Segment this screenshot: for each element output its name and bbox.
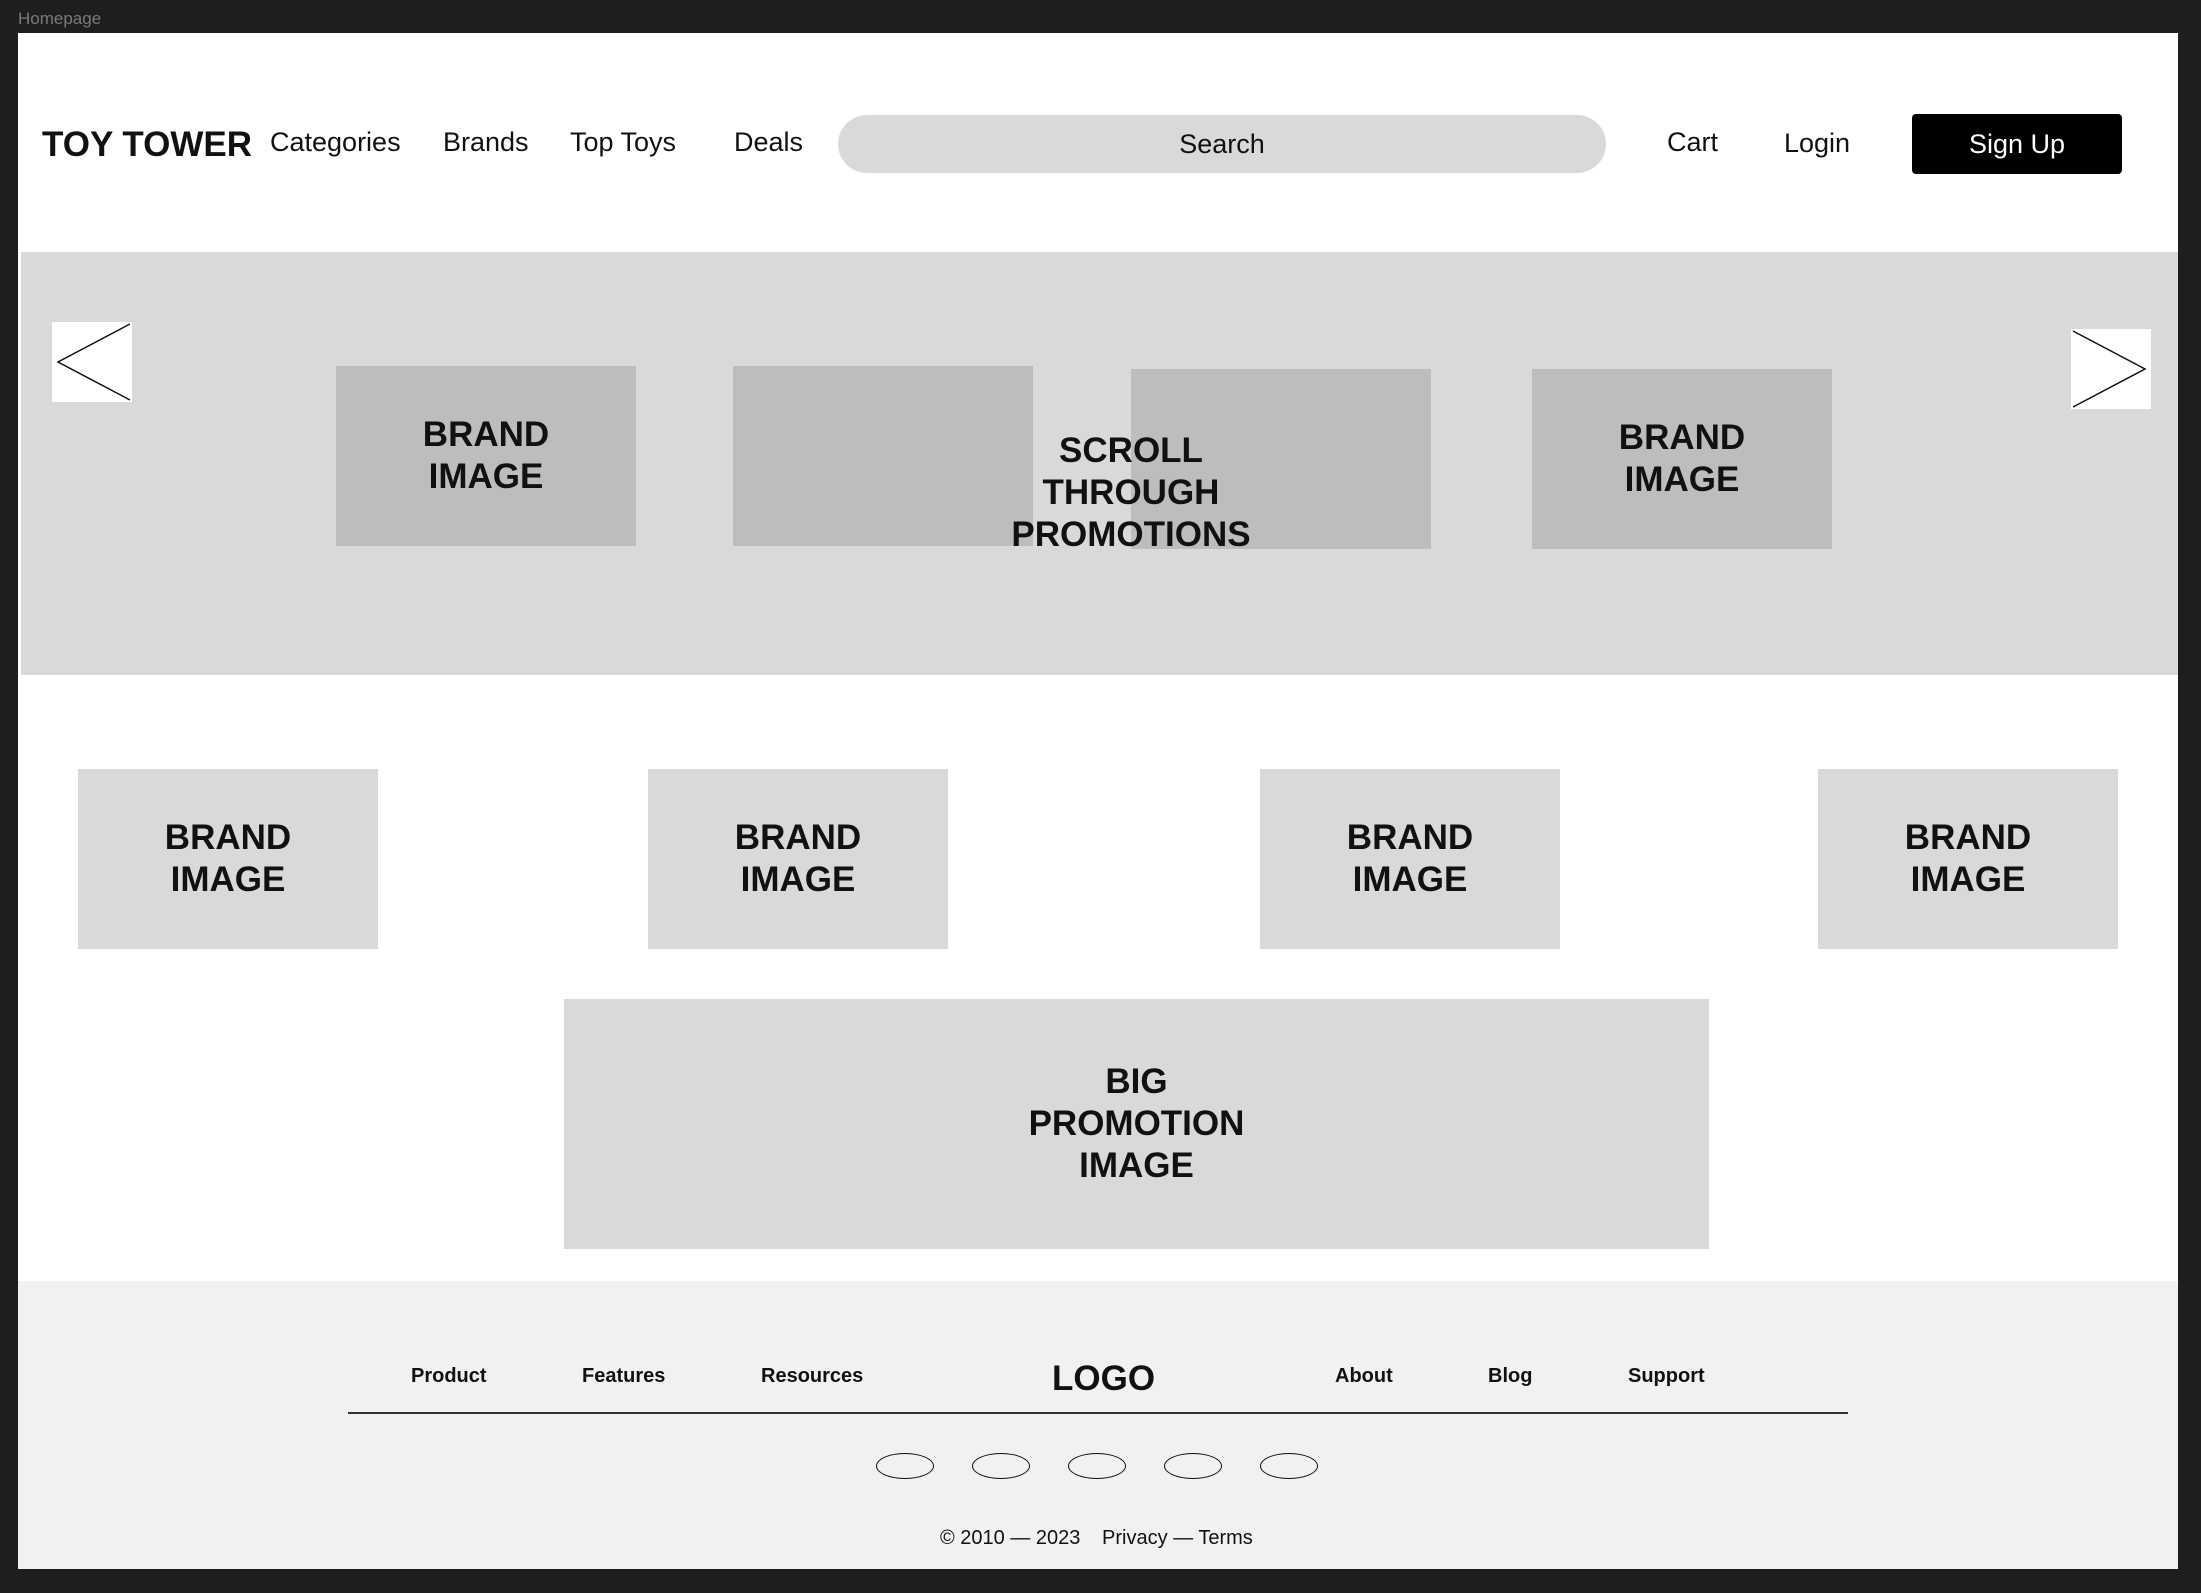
footer-link-about[interactable]: About bbox=[1335, 1365, 1393, 1388]
login-link[interactable]: Login bbox=[1784, 128, 1850, 159]
brand-image[interactable]: BRAND IMAGE bbox=[78, 769, 378, 949]
nav-deals[interactable]: Deals bbox=[734, 127, 803, 158]
carousel-brand-image[interactable]: BRAND IMAGE bbox=[336, 366, 636, 546]
sign-up-button[interactable]: Sign Up bbox=[1912, 114, 2122, 174]
footer: Product Features Resources LOGO About Bl… bbox=[18, 1281, 2178, 1569]
promotions-carousel: BRAND IMAGE BRAND IMAGE SCROLL THROUGH P… bbox=[21, 252, 2178, 675]
brand-image-label: BRAND IMAGE bbox=[734, 818, 862, 899]
footer-link-blog[interactable]: Blog bbox=[1488, 1365, 1532, 1388]
carousel-brand-image[interactable]: BRAND IMAGE bbox=[1532, 369, 1832, 549]
social-icon[interactable] bbox=[1068, 1453, 1126, 1479]
social-icon[interactable] bbox=[876, 1453, 934, 1479]
big-promotion-image[interactable]: BIG PROMOTION IMAGE bbox=[564, 999, 1709, 1249]
carousel-caption: SCROLL THROUGH PROMOTIONS bbox=[1011, 431, 1251, 554]
footer-logo[interactable]: LOGO bbox=[1052, 1359, 1155, 1399]
social-icon[interactable] bbox=[972, 1453, 1030, 1479]
carousel-next-button[interactable] bbox=[2071, 329, 2151, 409]
chevron-right-icon bbox=[2072, 330, 2147, 408]
privacy-link[interactable]: Privacy bbox=[1102, 1527, 1168, 1549]
footer-link-product[interactable]: Product bbox=[411, 1365, 487, 1388]
brand-image-label: BRAND IMAGE bbox=[1346, 818, 1474, 899]
carousel-promo-image[interactable] bbox=[733, 366, 1033, 546]
big-promotion-label: BIG PROMOTION IMAGE bbox=[1028, 1062, 1245, 1185]
legal-links: Privacy — Terms bbox=[1102, 1527, 1253, 1550]
legal-separator: — bbox=[1167, 1527, 1199, 1549]
brand-image[interactable]: BRAND IMAGE bbox=[1260, 769, 1560, 949]
sign-up-label: Sign Up bbox=[1968, 128, 2066, 159]
carousel-tile-label: BRAND IMAGE bbox=[422, 415, 550, 496]
frame-label: Homepage bbox=[18, 9, 102, 28]
social-icon[interactable] bbox=[1164, 1453, 1222, 1479]
footer-link-resources[interactable]: Resources bbox=[761, 1365, 863, 1388]
site-logo[interactable]: TOY TOWER bbox=[42, 125, 252, 165]
cart-link[interactable]: Cart bbox=[1667, 127, 1718, 158]
social-icon[interactable] bbox=[1260, 1453, 1318, 1479]
brand-image-label: BRAND IMAGE bbox=[164, 818, 292, 899]
carousel-tile-label: BRAND IMAGE bbox=[1618, 418, 1746, 499]
nav-top-toys[interactable]: Top Toys bbox=[570, 127, 676, 158]
brand-image[interactable]: BRAND IMAGE bbox=[648, 769, 948, 949]
search-placeholder: Search bbox=[1179, 128, 1265, 159]
homepage-frame: TOY TOWER Categories Brands Top Toys Dea… bbox=[18, 33, 2178, 1569]
footer-link-features[interactable]: Features bbox=[582, 1365, 665, 1388]
footer-divider bbox=[348, 1412, 1848, 1414]
carousel-prev-button[interactable] bbox=[52, 322, 132, 402]
brand-image-label: BRAND IMAGE bbox=[1904, 818, 2032, 899]
copyright-text: © 2010 — 2023 bbox=[940, 1527, 1081, 1549]
brand-image[interactable]: BRAND IMAGE bbox=[1818, 769, 2118, 949]
footer-link-support[interactable]: Support bbox=[1628, 1365, 1705, 1388]
chevron-left-icon bbox=[56, 323, 131, 401]
terms-link[interactable]: Terms bbox=[1198, 1527, 1252, 1549]
nav-categories[interactable]: Categories bbox=[270, 127, 401, 158]
nav-brands[interactable]: Brands bbox=[443, 127, 529, 158]
search-input[interactable]: Search bbox=[838, 115, 1606, 173]
